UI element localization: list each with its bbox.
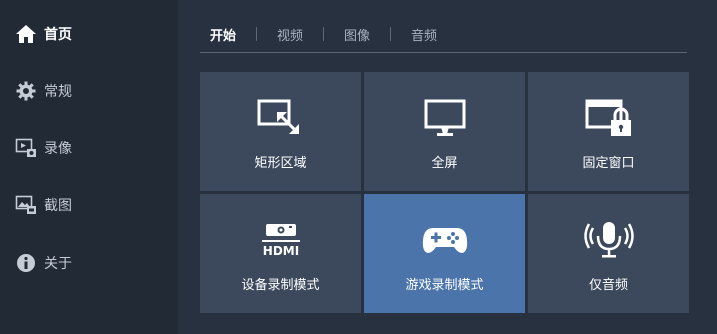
tile-label: 游戏录制模式 xyxy=(405,278,484,293)
sidebar-item-label: 常规 xyxy=(44,84,72,100)
tab-audio[interactable]: 音频 xyxy=(411,25,437,44)
tab-separator xyxy=(323,27,325,41)
sidebar-item-general[interactable]: 常规 xyxy=(0,71,178,111)
rectangle-region-icon xyxy=(200,94,361,142)
home-icon xyxy=(15,23,37,45)
monitor-icon xyxy=(364,94,525,142)
tab-start[interactable]: 开始 xyxy=(210,25,236,44)
hdmi-device-icon: HDMI xyxy=(200,216,361,264)
video-record-icon xyxy=(15,137,37,159)
info-icon xyxy=(15,252,37,274)
sidebar-item-screenshot[interactable]: 截图 xyxy=(0,185,178,225)
sidebar-item-label: 首页 xyxy=(44,27,72,43)
tile-label: 矩形区域 xyxy=(254,156,307,171)
gamepad-icon xyxy=(364,216,525,264)
sidebar-item-label: 录像 xyxy=(44,141,72,157)
svg-text:HDMI: HDMI xyxy=(262,244,298,258)
tile-label: 全屏 xyxy=(431,156,458,171)
tab-separator xyxy=(256,27,258,41)
fullscreen-tile[interactable]: 全屏 xyxy=(364,72,525,191)
tab-separator xyxy=(390,27,392,41)
tile-label: 设备录制模式 xyxy=(241,278,320,293)
sidebar-item-home[interactable]: 首页 xyxy=(0,14,178,54)
fixed-window-tile[interactable]: 固定窗口 xyxy=(528,72,689,191)
sidebar-item-record[interactable]: 录像 xyxy=(0,128,178,168)
sidebar-item-label: 截图 xyxy=(44,198,72,214)
rectangle-region-tile[interactable]: 矩形区域 xyxy=(200,72,361,191)
tile-label: 仅音频 xyxy=(588,278,628,293)
gear-icon xyxy=(15,80,37,102)
game-record-tile[interactable]: 游戏录制模式 xyxy=(364,194,525,313)
tab-bar: 开始 视频 图像 音频 xyxy=(210,22,437,46)
audio-only-tile[interactable]: 仅音频 xyxy=(528,194,689,313)
sidebar-item-label: 关于 xyxy=(44,256,72,272)
sidebar-item-about[interactable]: 关于 xyxy=(0,243,178,283)
tab-divider xyxy=(200,52,687,53)
device-record-tile[interactable]: HDMI 设备录制模式 xyxy=(200,194,361,313)
sidebar: 首页 常规 录像 截图 关于 xyxy=(0,0,178,334)
screenshot-icon xyxy=(15,194,37,216)
microphone-icon xyxy=(528,216,689,264)
tab-video[interactable]: 视频 xyxy=(277,25,303,44)
main-panel: 开始 视频 图像 音频 矩形区域 全屏 固定窗口 HDMI 设备录制模式 游戏录… xyxy=(178,0,717,334)
tile-label: 固定窗口 xyxy=(582,156,635,171)
mode-grid: 矩形区域 全屏 固定窗口 HDMI 设备录制模式 游戏录制模式 仅音频 xyxy=(200,72,689,313)
tab-image[interactable]: 图像 xyxy=(344,25,370,44)
locked-window-icon xyxy=(528,94,689,142)
